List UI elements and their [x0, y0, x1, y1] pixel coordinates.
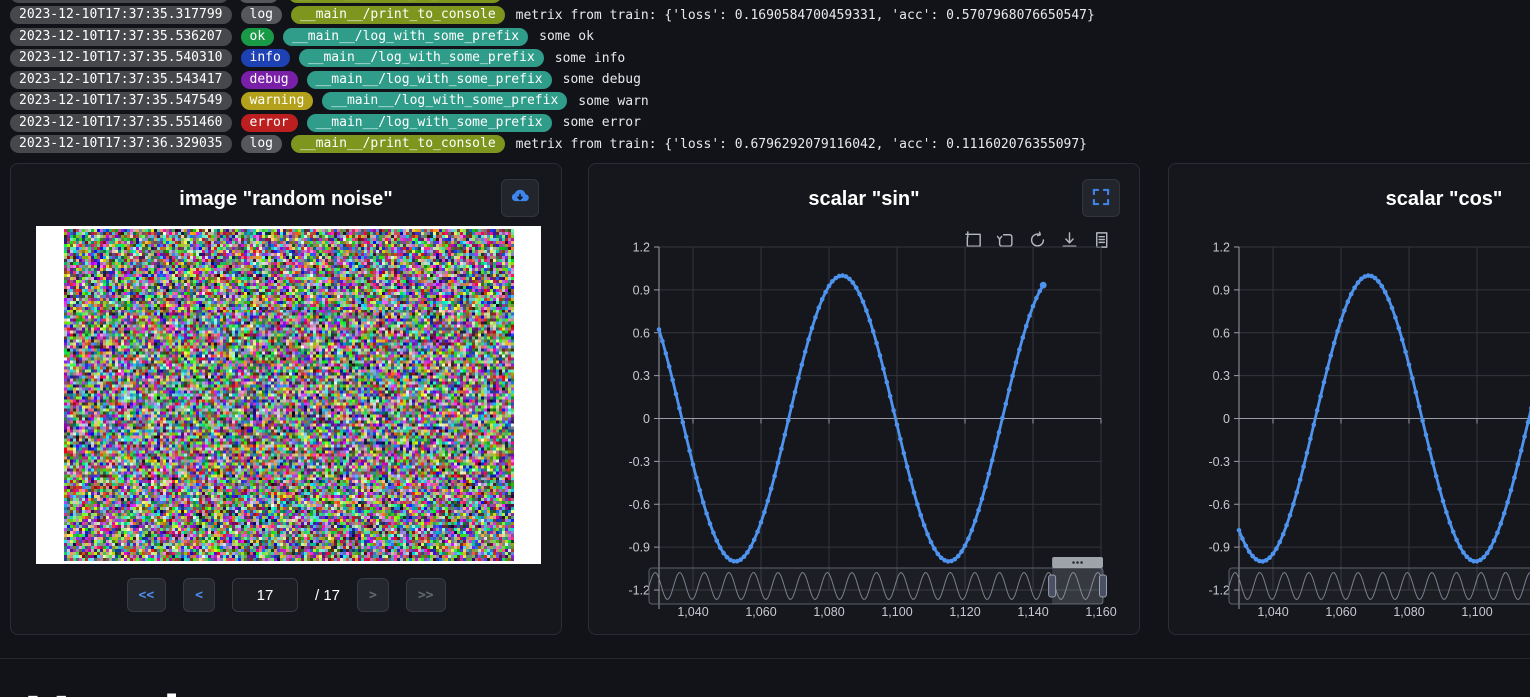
- svg-text:0: 0: [1223, 412, 1230, 426]
- log-row: 2023-12-10T17:37:35.551460 error __main__/…: [10, 112, 1530, 134]
- log-message: some warn: [578, 94, 648, 109]
- log-message: metrix from train: {'loss': 0.6796292079…: [516, 137, 1087, 152]
- svg-text:-0.9: -0.9: [1208, 541, 1230, 555]
- datazoom-left-handle: [1049, 575, 1056, 597]
- sin-card-title: scalar "sin": [589, 188, 1139, 211]
- svg-text:-1.2: -1.2: [628, 584, 650, 598]
- svg-text:1,060: 1,060: [745, 605, 776, 619]
- image-pagination: << < / 17 > >>: [11, 578, 561, 612]
- svg-text:-0.3: -0.3: [1208, 455, 1230, 469]
- sin-chart-plot[interactable]: 1.2 0.9 0.6 0.3 0 -0.3 -0.6 -0.9 -1.2 1,040 1,060 1…: [589, 224, 1141, 629]
- log-level-badge: log: [238, 0, 279, 3]
- next-section-heading: Header: [24, 686, 241, 697]
- page-number-input[interactable]: [232, 578, 298, 612]
- log-timestamp-badge: 2023-12-10T17:37:35.317799: [10, 6, 232, 24]
- log-timestamp-badge: 2023-12-10T17:37:35.543417: [10, 71, 232, 89]
- log-level-badge: warning: [241, 92, 314, 110]
- log-message: some error: [563, 115, 641, 130]
- log-timestamp-badge: 2023-12-10T17:37:35.551460: [10, 114, 232, 132]
- svg-text:0.3: 0.3: [1213, 369, 1230, 383]
- log-level-badge: info: [241, 49, 290, 67]
- log-message: some info: [555, 51, 625, 66]
- log-prefix-badge: __main__/print_to_console: [291, 135, 505, 153]
- svg-text:1,080: 1,080: [813, 605, 844, 619]
- log-row: 2023-12-10T17:37:35.540310 info __main__/l…: [10, 48, 1530, 70]
- svg-text:1,060: 1,060: [1325, 605, 1356, 619]
- fullscreen-icon: [1091, 187, 1111, 210]
- log-timestamp-badge: 2023-12-10T17:37:35.536207: [10, 28, 232, 46]
- prev-page-button[interactable]: <: [183, 578, 215, 612]
- scalar-sin-card: scalar "sin" 1.2 0.9 0.6 0.3 0 -0.3 -0.6 -0.9 -1…: [588, 163, 1140, 635]
- log-level-badge: log: [241, 6, 282, 24]
- svg-text:1,160: 1,160: [1085, 605, 1116, 619]
- log-level-badge: ok: [241, 28, 275, 46]
- log-prefix-badge: __main__/log_with_some_prefix: [307, 114, 552, 132]
- log-row: 2023-12-10T17:37:35.536207 ok __main__/log…: [10, 26, 1530, 48]
- image-card-title: image "random noise": [11, 188, 561, 211]
- svg-text:0.3: 0.3: [633, 369, 650, 383]
- log-timestamp-badge: 2023-12-10T17:37:35.547549: [10, 92, 232, 110]
- section-divider: [0, 658, 1530, 659]
- svg-text:1,120: 1,120: [949, 605, 980, 619]
- cos-card-title: scalar "cos": [1169, 188, 1530, 211]
- svg-text:0.6: 0.6: [1213, 326, 1230, 340]
- cloud-download-icon: [509, 186, 531, 211]
- log-prefix-badge: __main__/log_with_some_prefix: [307, 71, 552, 89]
- cos-chart-plot[interactable]: 1.2 0.9 0.6 0.3 0 -0.3 -0.6 -0.9 -1.2 1,040 1,060 1…: [1169, 224, 1530, 629]
- noise-image: [36, 226, 541, 564]
- svg-text:0.9: 0.9: [1213, 283, 1230, 297]
- random-noise-canvas: [64, 229, 514, 561]
- log-row: 2023-12-10T17:37:36.329035 log __main__/pr…: [10, 134, 1530, 156]
- svg-text:-0.3: -0.3: [628, 455, 650, 469]
- log-message: some debug: [563, 72, 641, 87]
- fullscreen-button[interactable]: [1082, 179, 1120, 217]
- log-row: 2023-12-10T17:37:35.547549 warning __main_…: [10, 91, 1530, 113]
- svg-text:1,040: 1,040: [677, 605, 708, 619]
- log-timestamp-badge: 2023-12-10T17:37:35.540310: [10, 49, 232, 67]
- log-row: 2023-12-10T17:37:35.317799 log __main__/pr…: [10, 5, 1530, 27]
- log-prefix-badge: __main__/log_with_some_prefix: [322, 92, 567, 110]
- svg-text:-0.6: -0.6: [628, 498, 650, 512]
- log-console: log__main__/print_to_console2023-12-10T1…: [0, 0, 1530, 155]
- next-page-button[interactable]: >: [357, 578, 389, 612]
- svg-text:0: 0: [643, 412, 650, 426]
- log-message: metrix from train: {'loss': 0.1690584700…: [516, 8, 1095, 23]
- image-card: image "random noise" << < / 17 > >>: [10, 163, 562, 635]
- svg-text:1,080: 1,080: [1393, 605, 1424, 619]
- svg-text:1,100: 1,100: [881, 605, 912, 619]
- svg-text:1,140: 1,140: [1017, 605, 1048, 619]
- svg-text:1,100: 1,100: [1461, 605, 1492, 619]
- log-prefix-badge: __main__/log_with_some_prefix: [299, 49, 544, 67]
- page-total-label: / 17: [315, 587, 340, 604]
- svg-text:1.2: 1.2: [633, 241, 650, 255]
- log-level-badge: debug: [241, 71, 298, 89]
- log-level-badge: log: [241, 135, 282, 153]
- svg-text:-0.6: -0.6: [1208, 498, 1230, 512]
- svg-text:1,040: 1,040: [1257, 605, 1288, 619]
- datazoom-right-handle: [1100, 575, 1107, 597]
- svg-text:-1.2: -1.2: [1208, 584, 1230, 598]
- svg-text:0.9: 0.9: [633, 283, 650, 297]
- svg-text:1.2: 1.2: [1213, 241, 1230, 255]
- log-prefix-badge: __main__/log_with_some_prefix: [283, 28, 528, 46]
- log-prefix-badge: __main__/print_to_console: [291, 6, 505, 24]
- log-prefix-badge: __main__/print_to_console: [288, 0, 502, 3]
- log-timestamp-badge: [10, 0, 229, 3]
- svg-text:0.6: 0.6: [633, 326, 650, 340]
- last-page-button[interactable]: >>: [406, 578, 446, 612]
- log-row: 2023-12-10T17:37:35.543417 debug __main__/…: [10, 69, 1530, 91]
- download-button[interactable]: [501, 179, 539, 217]
- first-page-button[interactable]: <<: [127, 578, 167, 612]
- scalar-cos-card: scalar "cos" 1.2 0.9 0.6 0.3 0 -0.3 -0.6 -0.9 -1…: [1168, 163, 1530, 635]
- svg-text:-0.9: -0.9: [628, 541, 650, 555]
- log-level-badge: error: [241, 114, 298, 132]
- datazoom-slider: [1229, 568, 1530, 604]
- log-message: some ok: [539, 29, 594, 44]
- log-timestamp-badge: 2023-12-10T17:37:36.329035: [10, 135, 232, 153]
